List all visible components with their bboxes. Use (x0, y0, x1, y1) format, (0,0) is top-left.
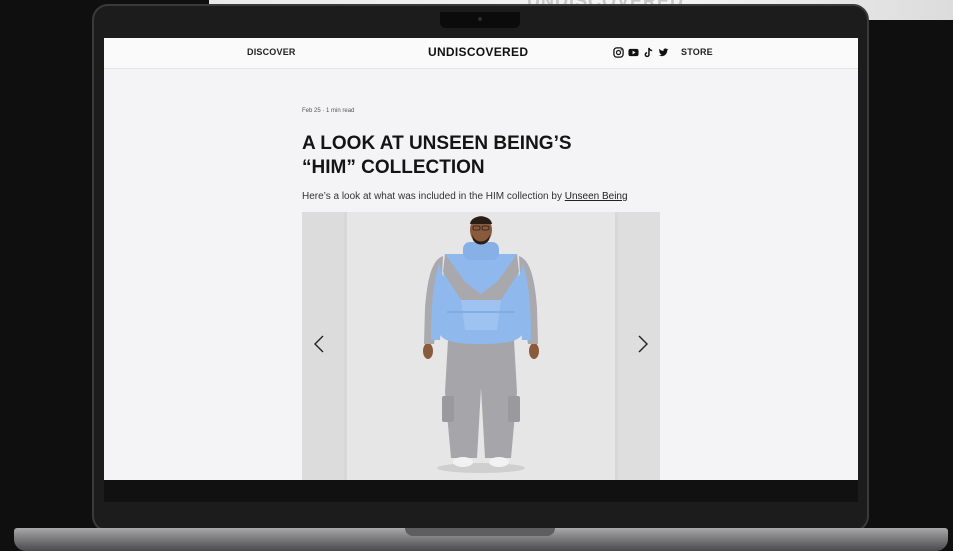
article-subtitle: Here’s a look at what was included in th… (302, 191, 628, 202)
youtube-icon[interactable] (628, 47, 639, 58)
meta-separator: · (322, 108, 325, 114)
site-header: DISCOVER UNDISCOVERED STORE (104, 38, 858, 69)
browser-viewport: DISCOVER UNDISCOVERED STORE Feb 25 · 1 m… (104, 38, 858, 480)
camera-icon (478, 17, 482, 21)
article-title: A LOOK AT UNSEEN BEING’S “HIM” COLLECTIO… (302, 132, 622, 180)
unseen-being-link[interactable]: Unseen Being (565, 191, 628, 202)
twitter-icon[interactable] (658, 47, 669, 58)
article-meta: Feb 25 · 1 min read (302, 108, 354, 114)
screen-bezel-bottom (104, 480, 858, 502)
article-date: Feb 25 (302, 108, 321, 114)
site-logo[interactable]: UNDISCOVERED (428, 45, 528, 59)
article-title-line-2: “HIM” COLLECTION (302, 157, 485, 178)
laptop-base-notch (405, 528, 555, 536)
article-title-line-1: A LOOK AT UNSEEN BEING’S (302, 133, 572, 154)
subtitle-text: Here’s a look at what was included in th… (302, 191, 565, 202)
carousel-slide-current (347, 212, 615, 480)
nav-discover-link[interactable]: DISCOVER (247, 47, 296, 57)
model-photo (347, 212, 615, 480)
chevron-left-icon[interactable] (310, 332, 328, 356)
image-carousel (302, 212, 660, 480)
read-time: 1 min read (326, 108, 355, 114)
tiktok-icon[interactable] (643, 47, 654, 58)
chevron-right-icon[interactable] (634, 332, 652, 356)
nav-store-link[interactable]: STORE (681, 47, 713, 57)
instagram-icon[interactable] (613, 47, 624, 58)
social-links (613, 47, 669, 58)
